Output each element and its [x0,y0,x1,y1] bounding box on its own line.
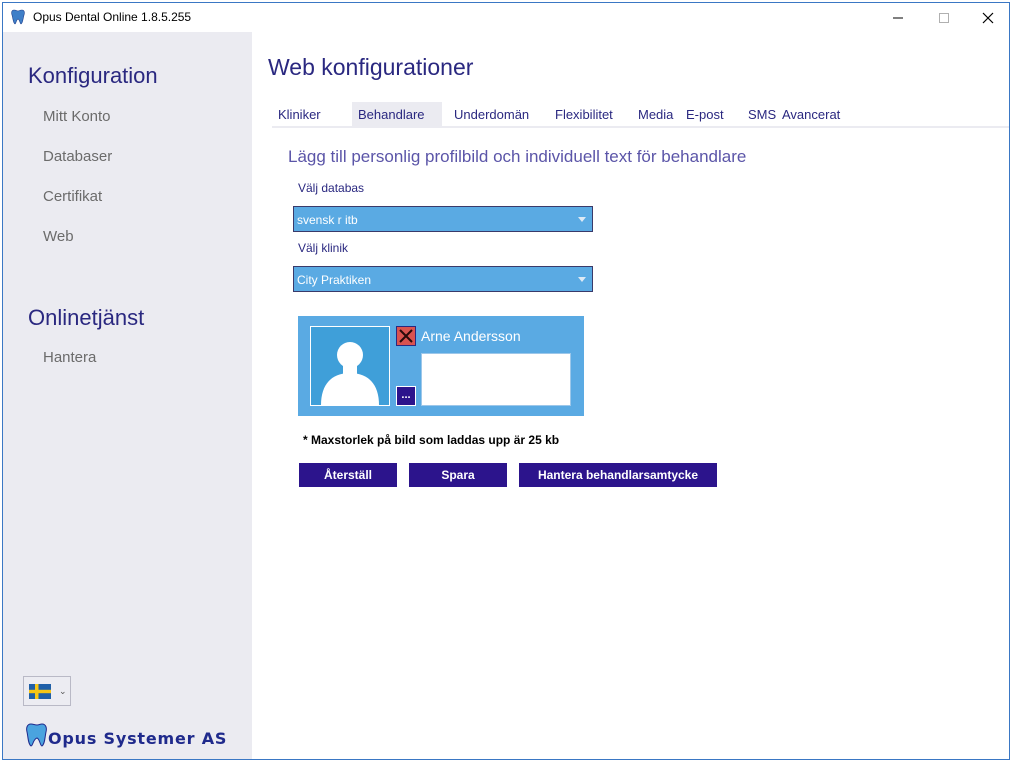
tab-media[interactable]: Media [638,102,673,128]
minimize-icon [893,17,903,18]
maximize-button[interactable] [921,3,967,32]
tab-e-post[interactable]: E-post [686,102,724,128]
sidebar-item-mitt-konto[interactable]: Mitt Konto [43,108,111,125]
sidebar-item-databaser[interactable]: Databaser [43,148,112,165]
logo-text: Opus Systemer AS [48,729,228,748]
tab-bar: Kliniker Behandlare Underdomän Flexibili… [252,102,1009,128]
sidebar-item-hantera[interactable]: Hantera [43,349,96,366]
clinic-label: Välj klinik [298,241,349,255]
close-button[interactable] [965,3,1011,32]
user-silhouette-icon [321,342,379,405]
manage-consent-button[interactable]: Hantera behandlarsamtycke [519,463,717,487]
tab-kliniker[interactable]: Kliniker [278,102,321,128]
language-selector[interactable]: ⌄ [23,676,71,706]
title-bar[interactable]: Opus Dental Online 1.8.5.255 [3,3,1009,32]
sidebar: Konfiguration Mitt Konto Databaser Certi… [3,32,252,759]
browse-picture-button[interactable]: ... [396,386,416,406]
maximize-icon [939,12,949,23]
sidebar-heading-onlinetjanst: Onlinetjänst [28,305,145,330]
database-dropdown[interactable]: svensk r itb [293,206,593,232]
delete-picture-button[interactable] [396,326,416,346]
upload-size-note: * Maxstorlek på bild som laddas upp är 2… [303,433,560,447]
swedish-flag-icon [29,684,51,699]
tab-behandlare[interactable]: Behandlare [352,102,442,128]
window-title: Opus Dental Online 1.8.5.255 [33,10,192,24]
tooth-icon [11,9,25,25]
tab-underdoman[interactable]: Underdomän [454,102,529,128]
minimize-button[interactable] [875,3,921,32]
database-label: Välj databas [298,181,365,195]
profile-picture[interactable] [310,326,390,406]
sidebar-item-web[interactable]: Web [43,228,74,245]
clinic-dropdown[interactable]: City Praktiken [293,266,593,292]
practitioner-card: ... Arne Andersson [298,316,584,416]
tab-divider [272,126,1009,128]
sidebar-heading-konfiguration: Konfiguration [28,63,158,88]
tooth-logo-icon [26,723,47,747]
database-value: svensk r itb [297,213,358,227]
practitioner-text-field[interactable] [421,353,571,406]
tab-flexibilitet[interactable]: Flexibilitet [555,102,613,128]
practitioner-name: Arne Andersson [421,328,521,344]
tab-avancerat[interactable]: Avancerat [782,102,840,128]
company-logo: Opus Systemer AS [25,722,226,753]
save-button[interactable]: Spara [409,463,507,487]
chevron-down-icon: ⌄ [59,686,67,696]
main-panel: Web konfigurationer Kliniker Behandlare … [252,32,1009,759]
close-icon [399,329,413,343]
sidebar-item-certifikat[interactable]: Certifikat [43,188,102,205]
page-title: Web konfigurationer [268,54,474,80]
tab-sms[interactable]: SMS [748,102,776,128]
dropdown-arrow-icon [578,277,586,282]
reset-button[interactable]: Återställ [299,463,397,487]
section-heading: Lägg till personlig profilbild och indiv… [288,147,747,166]
close-icon [982,12,994,23]
app-window: Opus Dental Online 1.8.5.255 Konfigurati… [2,2,1010,760]
dropdown-arrow-icon [578,217,586,222]
clinic-value: City Praktiken [297,273,372,287]
